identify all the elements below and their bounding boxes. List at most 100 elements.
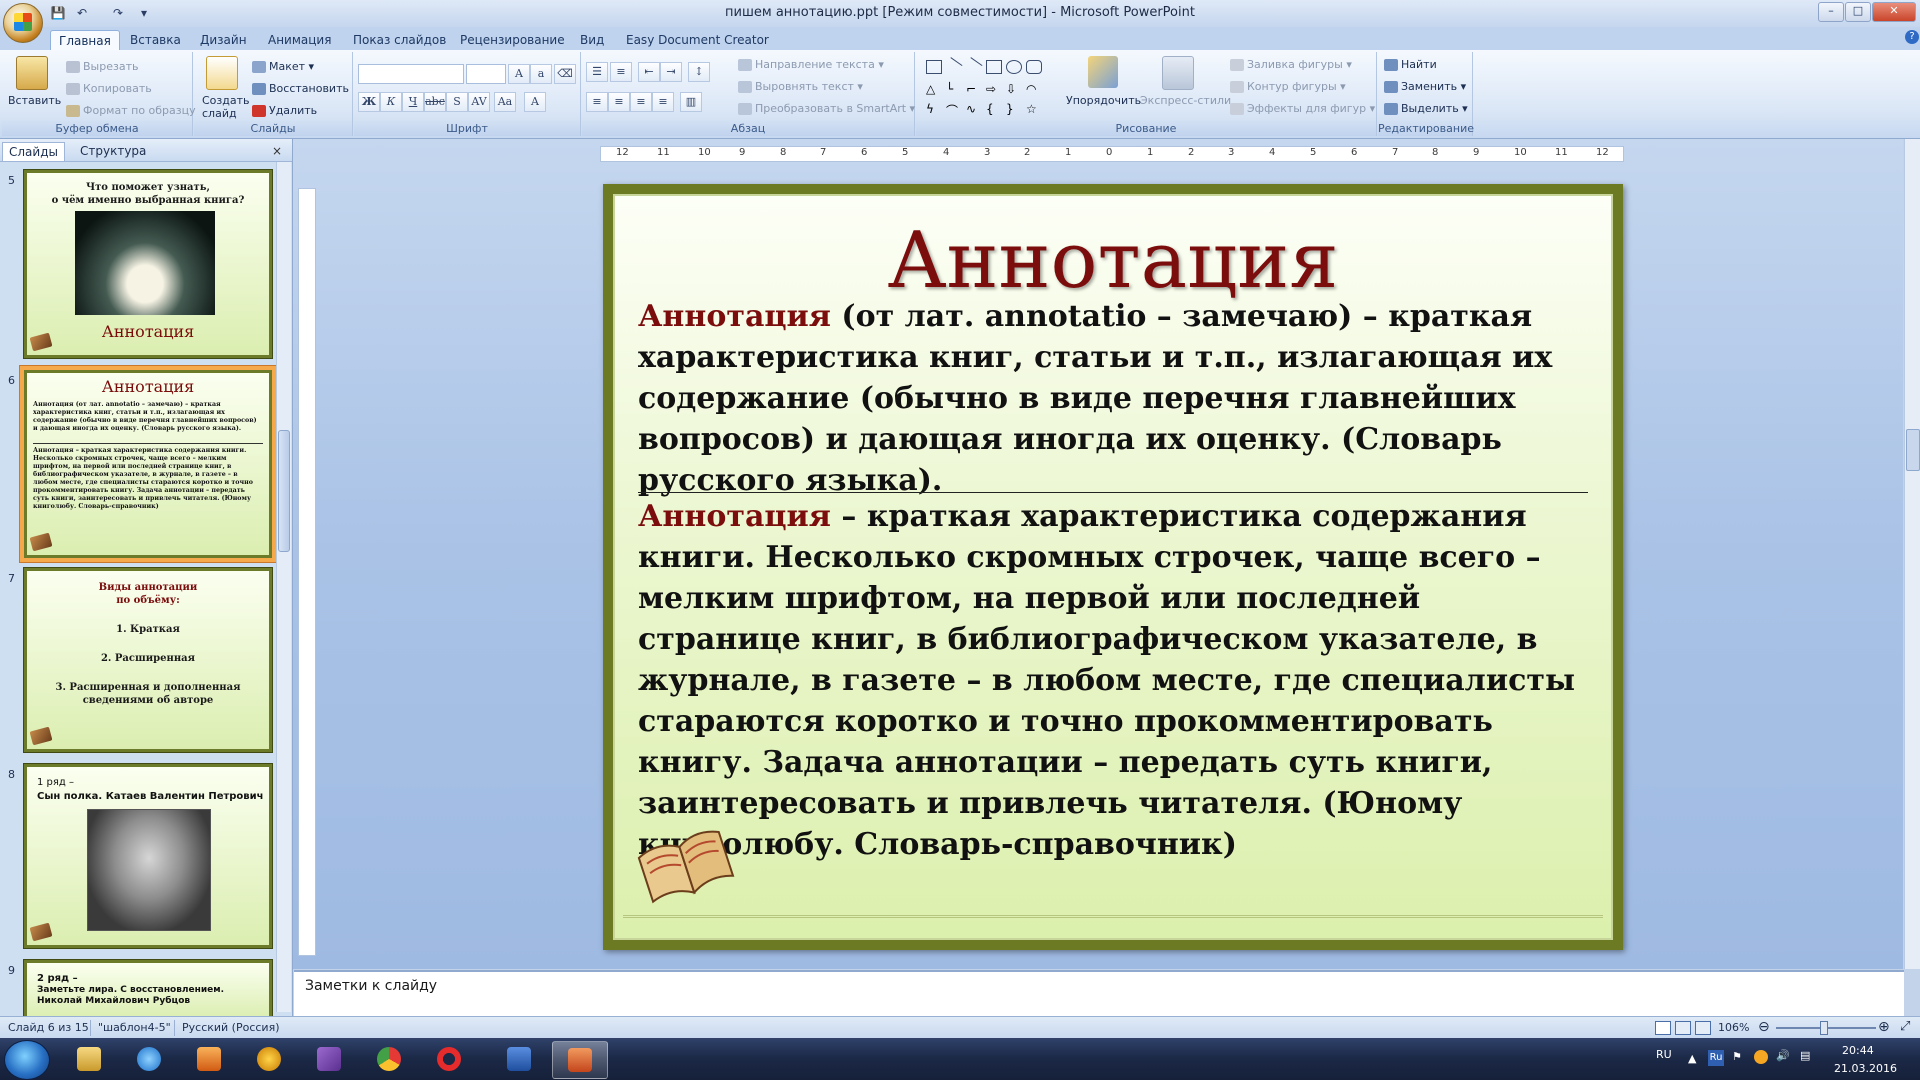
notes-placeholder[interactable]: Заметки к слайду [305, 978, 437, 994]
tab-slideshow[interactable]: Показ слайдов [345, 30, 454, 50]
aimp-tray-icon[interactable] [1754, 1050, 1768, 1064]
tab-slides[interactable]: Слайды [2, 142, 65, 161]
align-center-button[interactable]: ≡ [608, 92, 630, 112]
shape-textbox-icon[interactable] [926, 60, 942, 74]
quick-styles-button[interactable]: Экспресс-стили [1140, 94, 1231, 107]
tab-view[interactable]: Вид [572, 30, 612, 50]
taskbar-opera[interactable] [422, 1041, 476, 1077]
slide-canvas[interactable]: Аннотация Аннотация (от лат. annotatio –… [603, 184, 1623, 950]
taskbar-aimp[interactable] [242, 1041, 296, 1077]
zoom-slider-thumb[interactable] [1820, 1021, 1828, 1035]
shape-triangle-icon[interactable]: △ [926, 82, 940, 96]
help-icon[interactable]: ? [1905, 30, 1919, 44]
find-button[interactable]: Найти [1384, 58, 1437, 71]
decrease-indent-button[interactable]: ⇤ [638, 62, 660, 82]
shadow-button[interactable]: S [446, 92, 468, 112]
bullets-button[interactable]: ☰ [586, 62, 608, 82]
justify-button[interactable]: ≡ [652, 92, 674, 112]
slide-thumbnail-6[interactable]: Аннотация Аннотация (от лат. annotatio –… [24, 370, 272, 558]
slides-panel-scrollbar[interactable] [276, 162, 291, 1012]
shape-line-icon[interactable] [943, 57, 963, 76]
shape-brace-left-icon[interactable]: { [986, 102, 1000, 116]
align-text-button[interactable]: Выровнять текст ▾ [738, 80, 863, 93]
paste-button[interactable]: Вставить [8, 94, 61, 107]
grow-font-button[interactable]: A [508, 64, 530, 84]
char-spacing-button[interactable]: AV [468, 92, 490, 112]
close-button[interactable]: ✕ [1872, 2, 1916, 22]
shape-fill-button[interactable]: Заливка фигуры ▾ [1230, 58, 1352, 71]
clear-format-button[interactable]: ⌫ [554, 64, 576, 84]
zoom-in-icon[interactable]: ⊕ [1878, 1019, 1890, 1035]
tab-easy-document-creator[interactable]: Easy Document Creator [618, 30, 777, 50]
tab-home[interactable]: Главная [50, 30, 120, 51]
shrink-font-button[interactable]: a [530, 64, 552, 84]
notes-pane[interactable] [294, 970, 1904, 1018]
columns-button[interactable]: ▥ [680, 92, 702, 112]
shape-curve-icon[interactable]: ◠ [1026, 82, 1040, 96]
italic-button[interactable]: К [380, 92, 402, 112]
font-name-field[interactable] [358, 64, 464, 84]
cut-button[interactable]: Вырезать [66, 60, 138, 73]
slide-thumbnail-8[interactable]: 1 ряд – Сын полка. Катаев Валентин Петро… [24, 764, 272, 948]
slide-thumbnail-9[interactable]: 2 ряд – Заметьте лира. С восстановлением… [24, 960, 272, 1022]
slide-thumbnail-5[interactable]: Что поможет узнать, о чём именно выбранн… [24, 170, 272, 358]
zoom-out-icon[interactable]: ⊖ [1758, 1019, 1770, 1035]
tab-animation[interactable]: Анимация [260, 30, 339, 50]
shape-effects-button[interactable]: Эффекты для фигур ▾ [1230, 102, 1375, 115]
tab-design[interactable]: Дизайн [192, 30, 255, 50]
taskbar-visual-studio[interactable] [302, 1041, 356, 1077]
shape-arc-icon[interactable]: ⌒ [946, 102, 960, 118]
shape-outline-button[interactable]: Контур фигуры ▾ [1230, 80, 1346, 93]
select-button[interactable]: Выделить ▾ [1384, 102, 1468, 115]
taskbar-media-player[interactable] [182, 1041, 236, 1077]
font-size-field[interactable] [466, 64, 506, 84]
clock-time[interactable]: 20:44 [1842, 1044, 1874, 1057]
reset-button[interactable]: Восстановить [252, 82, 349, 95]
volume-icon[interactable]: 🔊 [1776, 1049, 1790, 1062]
shape-brace-right-icon[interactable]: } [1006, 102, 1020, 116]
new-slide-button[interactable]: Создать слайд [202, 94, 250, 120]
shape-oval-icon[interactable] [1006, 60, 1022, 74]
arrange-button[interactable]: Упорядочить [1066, 94, 1141, 107]
slideshow-view-icon[interactable] [1695, 1021, 1711, 1035]
convert-smartart-button[interactable]: Преобразовать в SmartArt ▾ [738, 102, 915, 115]
editor-scroll-thumb[interactable] [1906, 429, 1920, 471]
panel-close-icon[interactable]: × [272, 144, 282, 158]
align-left-button[interactable]: ≡ [586, 92, 608, 112]
taskbar-word[interactable] [492, 1041, 546, 1077]
zoom-level[interactable]: 106% [1718, 1021, 1749, 1034]
format-painter-button[interactable]: Формат по образцу [66, 104, 196, 117]
layout-button[interactable]: Макет ▾ [252, 60, 314, 73]
taskbar-chrome[interactable] [362, 1041, 416, 1077]
editor-vertical-scrollbar[interactable] [1904, 139, 1920, 969]
slide-title[interactable]: Аннотация [615, 216, 1611, 306]
shape-down-arrow-icon[interactable]: ⇩ [1006, 82, 1020, 96]
flag-icon[interactable]: ⚑ [1732, 1050, 1742, 1063]
copy-button[interactable]: Копировать [66, 82, 152, 95]
network-icon[interactable]: ▤ [1800, 1049, 1810, 1062]
font-color-button[interactable]: A [524, 92, 546, 112]
text-direction-button[interactable]: Направление текста ▾ [738, 58, 884, 71]
slide-paragraph-2[interactable]: Аннотация – краткая характеристика содер… [638, 496, 1588, 865]
minimize-button[interactable]: – [1818, 2, 1844, 22]
strikethrough-button[interactable]: abc [424, 92, 446, 112]
shape-wave-icon[interactable]: ∿ [966, 102, 980, 116]
normal-view-icon[interactable] [1655, 1021, 1671, 1035]
language-indicator[interactable]: Русский (Россия) [182, 1021, 280, 1034]
taskbar-explorer[interactable] [62, 1041, 116, 1077]
shape-rounded-rect-icon[interactable] [1026, 60, 1042, 74]
fit-to-window-icon[interactable]: ⤢ [1900, 1019, 1910, 1034]
change-case-button[interactable]: Aa [494, 92, 516, 112]
shape-rectangle-icon[interactable] [986, 60, 1002, 74]
shape-arrow-icon[interactable] [963, 57, 983, 76]
shape-star-icon[interactable]: ☆ [1026, 102, 1040, 116]
maximize-button[interactable]: □ [1845, 2, 1871, 22]
tray-expand-icon[interactable]: ▲ [1688, 1052, 1696, 1065]
slide-paragraph-1[interactable]: Аннотация (от лат. annotatio – замечаю) … [638, 296, 1588, 501]
delete-slide-button[interactable]: Удалить [252, 104, 317, 117]
numbering-button[interactable]: ≡ [610, 62, 632, 82]
shape-elbow-icon[interactable]: ⌐ [966, 82, 980, 96]
shape-lightning-icon[interactable]: ϟ [926, 102, 940, 116]
start-button[interactable] [4, 1040, 50, 1080]
taskbar-powerpoint[interactable] [552, 1041, 608, 1079]
